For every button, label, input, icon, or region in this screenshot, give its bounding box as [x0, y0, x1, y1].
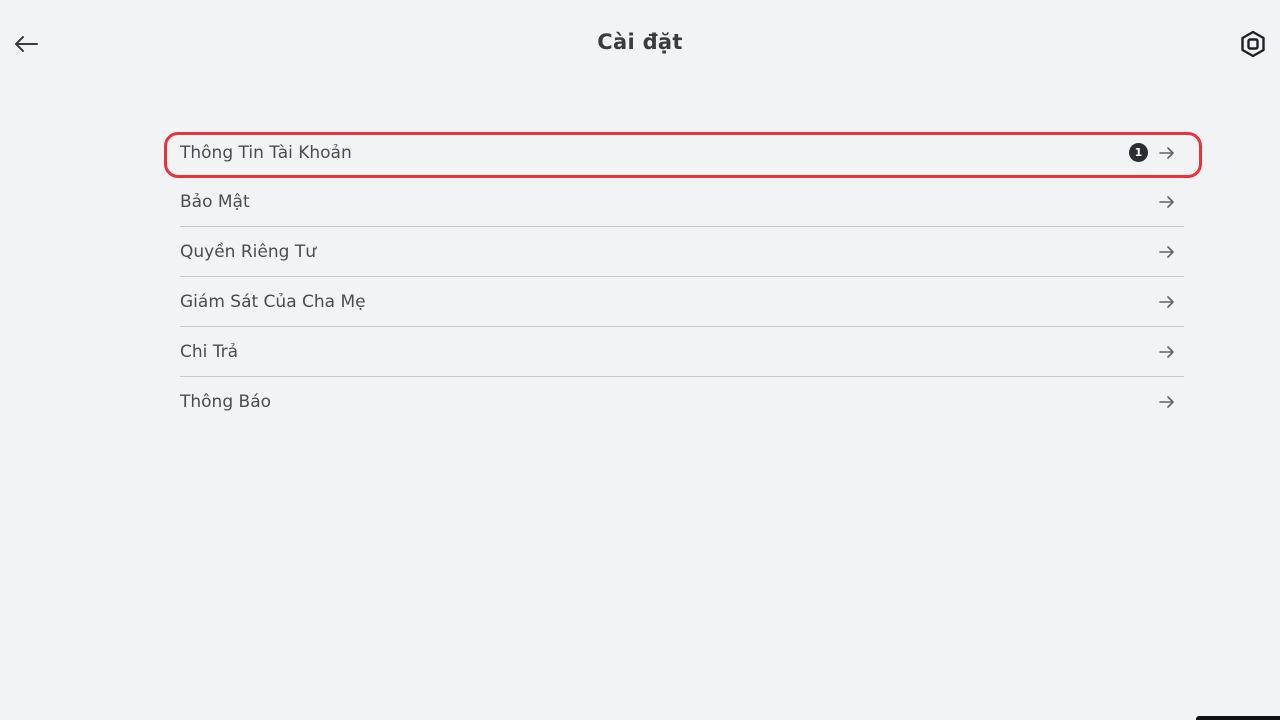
settings-item-label: Chi Trả	[180, 341, 239, 362]
arrow-right-icon	[1158, 393, 1176, 411]
item-right	[1158, 393, 1176, 411]
settings-list: Thông Tin Tài Khoản 1 Bảo Mật Quyền Riên…	[164, 128, 1202, 426]
arrow-right-icon	[1158, 293, 1176, 311]
corner-bar	[1196, 716, 1280, 720]
item-right	[1158, 293, 1176, 311]
top-bar: Cài đặt	[0, 0, 1280, 88]
item-right: 1	[1129, 143, 1176, 162]
item-right	[1158, 193, 1176, 211]
settings-item-parental-controls[interactable]: Giám Sát Của Cha Mẹ	[180, 277, 1184, 327]
settings-item-label: Thông Tin Tài Khoản	[180, 142, 352, 163]
robux-button[interactable]	[1238, 29, 1268, 59]
settings-item-label: Quyền Riêng Tư	[180, 241, 316, 262]
settings-item-label: Thông Báo	[180, 391, 272, 412]
item-right	[1158, 243, 1176, 261]
item-right	[1158, 343, 1176, 361]
arrow-right-icon	[1158, 193, 1176, 211]
settings-item-notifications[interactable]: Thông Báo	[180, 377, 1184, 426]
arrow-right-icon	[1158, 343, 1176, 361]
settings-page: Cài đặt Thông Tin Tài Khoản 1 Bảo Mật Qu…	[0, 0, 1280, 720]
arrow-right-icon	[1158, 144, 1176, 162]
settings-item-security[interactable]: Bảo Mật	[180, 177, 1184, 227]
notification-badge: 1	[1129, 143, 1148, 162]
settings-item-privacy[interactable]: Quyền Riêng Tư	[180, 227, 1184, 277]
settings-item-label: Bảo Mật	[180, 191, 250, 212]
settings-item-account-info[interactable]: Thông Tin Tài Khoản 1	[164, 128, 1202, 178]
page-title: Cài đặt	[597, 30, 683, 54]
arrow-right-icon	[1158, 243, 1176, 261]
settings-item-label: Giám Sát Của Cha Mẹ	[180, 291, 366, 312]
settings-item-billing[interactable]: Chi Trả	[180, 327, 1184, 377]
robux-icon	[1241, 30, 1265, 58]
